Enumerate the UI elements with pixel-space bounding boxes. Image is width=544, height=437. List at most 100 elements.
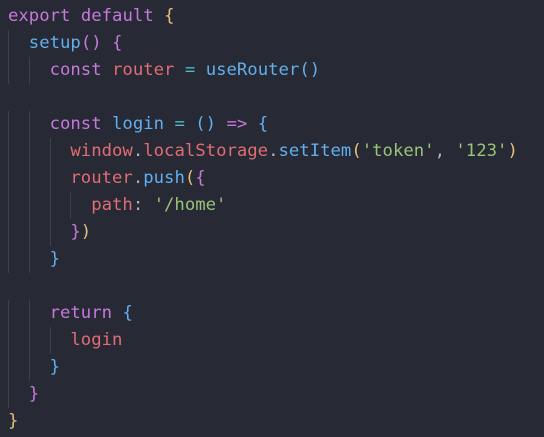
indent-guide — [49, 165, 51, 192]
code-line[interactable]: setup() { — [8, 30, 518, 57]
indent-guide — [28, 138, 30, 165]
indent-guide — [8, 111, 9, 138]
code-token: . — [132, 141, 144, 161]
code-token: } — [28, 384, 40, 404]
code-token: return — [49, 303, 113, 323]
code-token: login — [70, 330, 123, 350]
code-line[interactable]: } — [8, 408, 518, 435]
indent-guide — [28, 57, 30, 84]
code-token: const — [49, 60, 102, 80]
indent-guide — [28, 165, 30, 192]
code-editor[interactable]: export default {setup() {const router = … — [0, 0, 544, 437]
indent-guide — [8, 381, 9, 408]
code-token: () — [80, 33, 102, 53]
code-token: () — [299, 60, 321, 80]
indent-guide — [28, 192, 30, 219]
code-line[interactable]: } — [8, 381, 518, 408]
code-token: { — [112, 33, 123, 53]
code-token: { — [257, 114, 269, 134]
code-token: = — [174, 114, 185, 134]
indent-guide — [28, 300, 30, 327]
code-token: localStorage — [143, 141, 269, 161]
indent-guide — [49, 192, 51, 219]
indent-guide — [8, 138, 9, 165]
code-token: () — [195, 114, 217, 134]
code-token: ) — [80, 222, 92, 242]
code-line[interactable] — [8, 84, 518, 111]
code-token: ( — [351, 141, 362, 161]
code-line[interactable] — [8, 273, 518, 300]
code-line[interactable]: } — [8, 246, 518, 273]
indent-guide — [8, 327, 9, 354]
indent-guide — [8, 300, 9, 327]
code-line[interactable]: return { — [8, 300, 518, 327]
code-token: push — [143, 168, 185, 188]
code-token: export — [8, 6, 71, 26]
indent-guide — [8, 165, 9, 192]
code-line[interactable]: path: '/home' — [8, 192, 518, 219]
code-line[interactable]: const router = useRouter() — [8, 57, 518, 84]
indent-guide — [70, 192, 72, 219]
code-line[interactable]: } — [8, 354, 518, 381]
indent-guide — [28, 354, 30, 381]
code-token: default — [80, 6, 154, 26]
indent-guide — [49, 327, 51, 354]
code-line[interactable]: export default { — [8, 3, 518, 30]
code-token: setItem — [278, 141, 352, 161]
code-token: window — [70, 141, 133, 161]
indent-guide — [28, 219, 30, 246]
indent-guide — [8, 57, 9, 84]
code-token: ) — [507, 141, 518, 161]
code-area[interactable]: export default {setup() {const router = … — [8, 3, 518, 435]
code-token: } — [8, 411, 19, 431]
code-token: { — [164, 6, 175, 26]
code-token: ( — [184, 168, 196, 188]
code-token: => — [226, 114, 248, 134]
code-token: useRouter — [205, 60, 300, 80]
code-token: . — [132, 168, 144, 188]
code-token: } — [70, 222, 81, 242]
indent-guide — [49, 138, 51, 165]
indent-guide — [28, 246, 30, 273]
code-line[interactable]: login — [8, 327, 518, 354]
code-token: router — [112, 60, 175, 80]
code-token: . — [268, 141, 279, 161]
indent-guide — [8, 30, 9, 57]
indent-guide — [8, 246, 9, 273]
code-token: login — [112, 114, 165, 134]
code-line[interactable]: const login = () => { — [8, 111, 518, 138]
indent-guide — [28, 111, 30, 138]
code-token: { — [122, 303, 133, 323]
indent-guide — [49, 219, 51, 246]
indent-guide — [8, 192, 9, 219]
code-token: '123' — [455, 141, 508, 161]
code-token: path — [91, 195, 133, 215]
code-token: setup — [28, 33, 81, 53]
code-token: : — [132, 195, 144, 215]
indent-guide — [28, 327, 30, 354]
indent-guide — [8, 354, 9, 381]
code-token: const — [49, 114, 102, 134]
code-line[interactable]: }) — [8, 219, 518, 246]
code-line[interactable]: router.push({ — [8, 165, 518, 192]
code-token: = — [184, 60, 196, 80]
code-token: { — [195, 168, 206, 188]
code-token: '/home' — [153, 195, 227, 215]
code-token: , — [434, 141, 445, 161]
code-token: router — [70, 168, 133, 188]
code-line[interactable]: window.localStorage.setItem('token', '12… — [8, 138, 518, 165]
